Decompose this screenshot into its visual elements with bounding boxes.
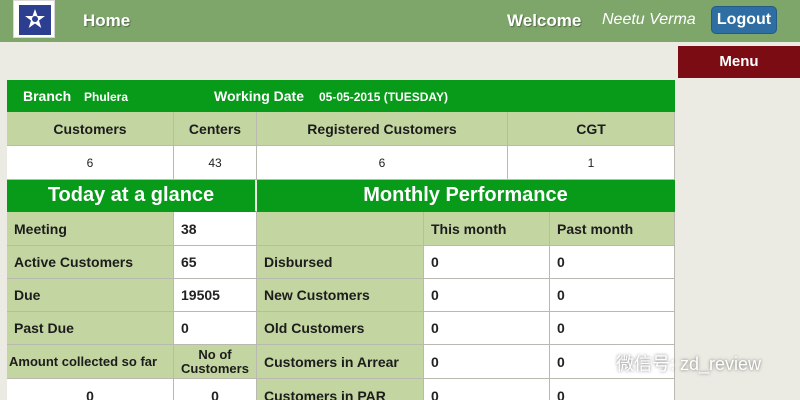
monthly-title: Monthly Performance: [257, 180, 675, 212]
branch-label: Branch: [23, 88, 72, 104]
monthly-this-arrear: 0: [424, 345, 550, 379]
monthly-label-arrear: Customers in Arrear: [257, 345, 424, 379]
branch-bar: Branch Phulera Working Date 05-05-2015 (…: [7, 80, 675, 112]
monthly-this-old: 0: [424, 312, 550, 345]
glance-value-active: 65: [174, 246, 257, 279]
dashboard-grid: Branch Phulera Working Date 05-05-2015 (…: [7, 80, 675, 400]
monthly-past-par: 0: [550, 379, 675, 400]
top-navbar: Home Welcome Neetu Verma Logout: [0, 0, 800, 42]
monthly-corner: [257, 212, 424, 246]
glance-footer-customers-header: No of Customers: [174, 345, 257, 379]
monthly-past-new: 0: [550, 279, 675, 312]
monthly-label-new: New Customers: [257, 279, 424, 312]
summary-value-cgt: 1: [508, 146, 675, 180]
menu-button[interactable]: Menu: [678, 46, 800, 78]
monthly-label-disbursed: Disbursed: [257, 246, 424, 279]
summary-value-centers: 43: [174, 146, 257, 180]
monthly-label-par: Customers in PAR: [257, 379, 424, 400]
summary-header-customers: Customers: [7, 112, 174, 146]
nav-home-link[interactable]: Home: [83, 11, 130, 31]
glance-value-due: 19505: [174, 279, 257, 312]
welcome-label: Welcome: [507, 11, 582, 30]
monthly-this-new: 0: [424, 279, 550, 312]
summary-value-customers: 6: [7, 146, 174, 180]
summary-header-cgt: CGT: [508, 112, 675, 146]
summary-header-centers: Centers: [174, 112, 257, 146]
glance-value-meeting: 38: [174, 212, 257, 246]
glance-label-due: Due: [7, 279, 174, 312]
user-name: Neetu Verma: [602, 11, 696, 28]
glance-label-active: Active Customers: [7, 246, 174, 279]
monthly-past-old: 0: [550, 312, 675, 345]
glance-title: Today at a glance: [7, 180, 257, 212]
monthly-header-this: This month: [424, 212, 550, 246]
monthly-label-old: Old Customers: [257, 312, 424, 345]
glance-footer-amount-header: Amount collected so far: [7, 345, 174, 379]
summary-value-registered: 6: [257, 146, 508, 180]
working-date-value: 05-05-2015 (TUESDAY): [319, 90, 448, 104]
logout-button[interactable]: Logout: [711, 6, 777, 34]
summary-header-registered: Registered Customers: [257, 112, 508, 146]
monthly-past-disbursed: 0: [550, 246, 675, 279]
glance-label-meeting: Meeting: [7, 212, 174, 246]
monthly-header-past: Past month: [550, 212, 675, 246]
glance-label-pastdue: Past Due: [7, 312, 174, 345]
glance-footer-amount-value: 0: [7, 379, 174, 400]
app-logo[interactable]: [13, 0, 55, 38]
watermark: 微信号: zd_review: [588, 350, 761, 376]
logo-emblem-icon: [19, 5, 51, 35]
working-date-label: Working Date: [214, 88, 304, 104]
glance-value-pastdue: 0: [174, 312, 257, 345]
wechat-icon: [588, 353, 610, 372]
glance-footer-customers-value: 0: [174, 379, 257, 400]
monthly-this-disbursed: 0: [424, 246, 550, 279]
branch-value: Phulera: [84, 90, 129, 104]
monthly-this-par: 0: [424, 379, 550, 400]
watermark-text: 微信号: zd_review: [616, 354, 762, 374]
